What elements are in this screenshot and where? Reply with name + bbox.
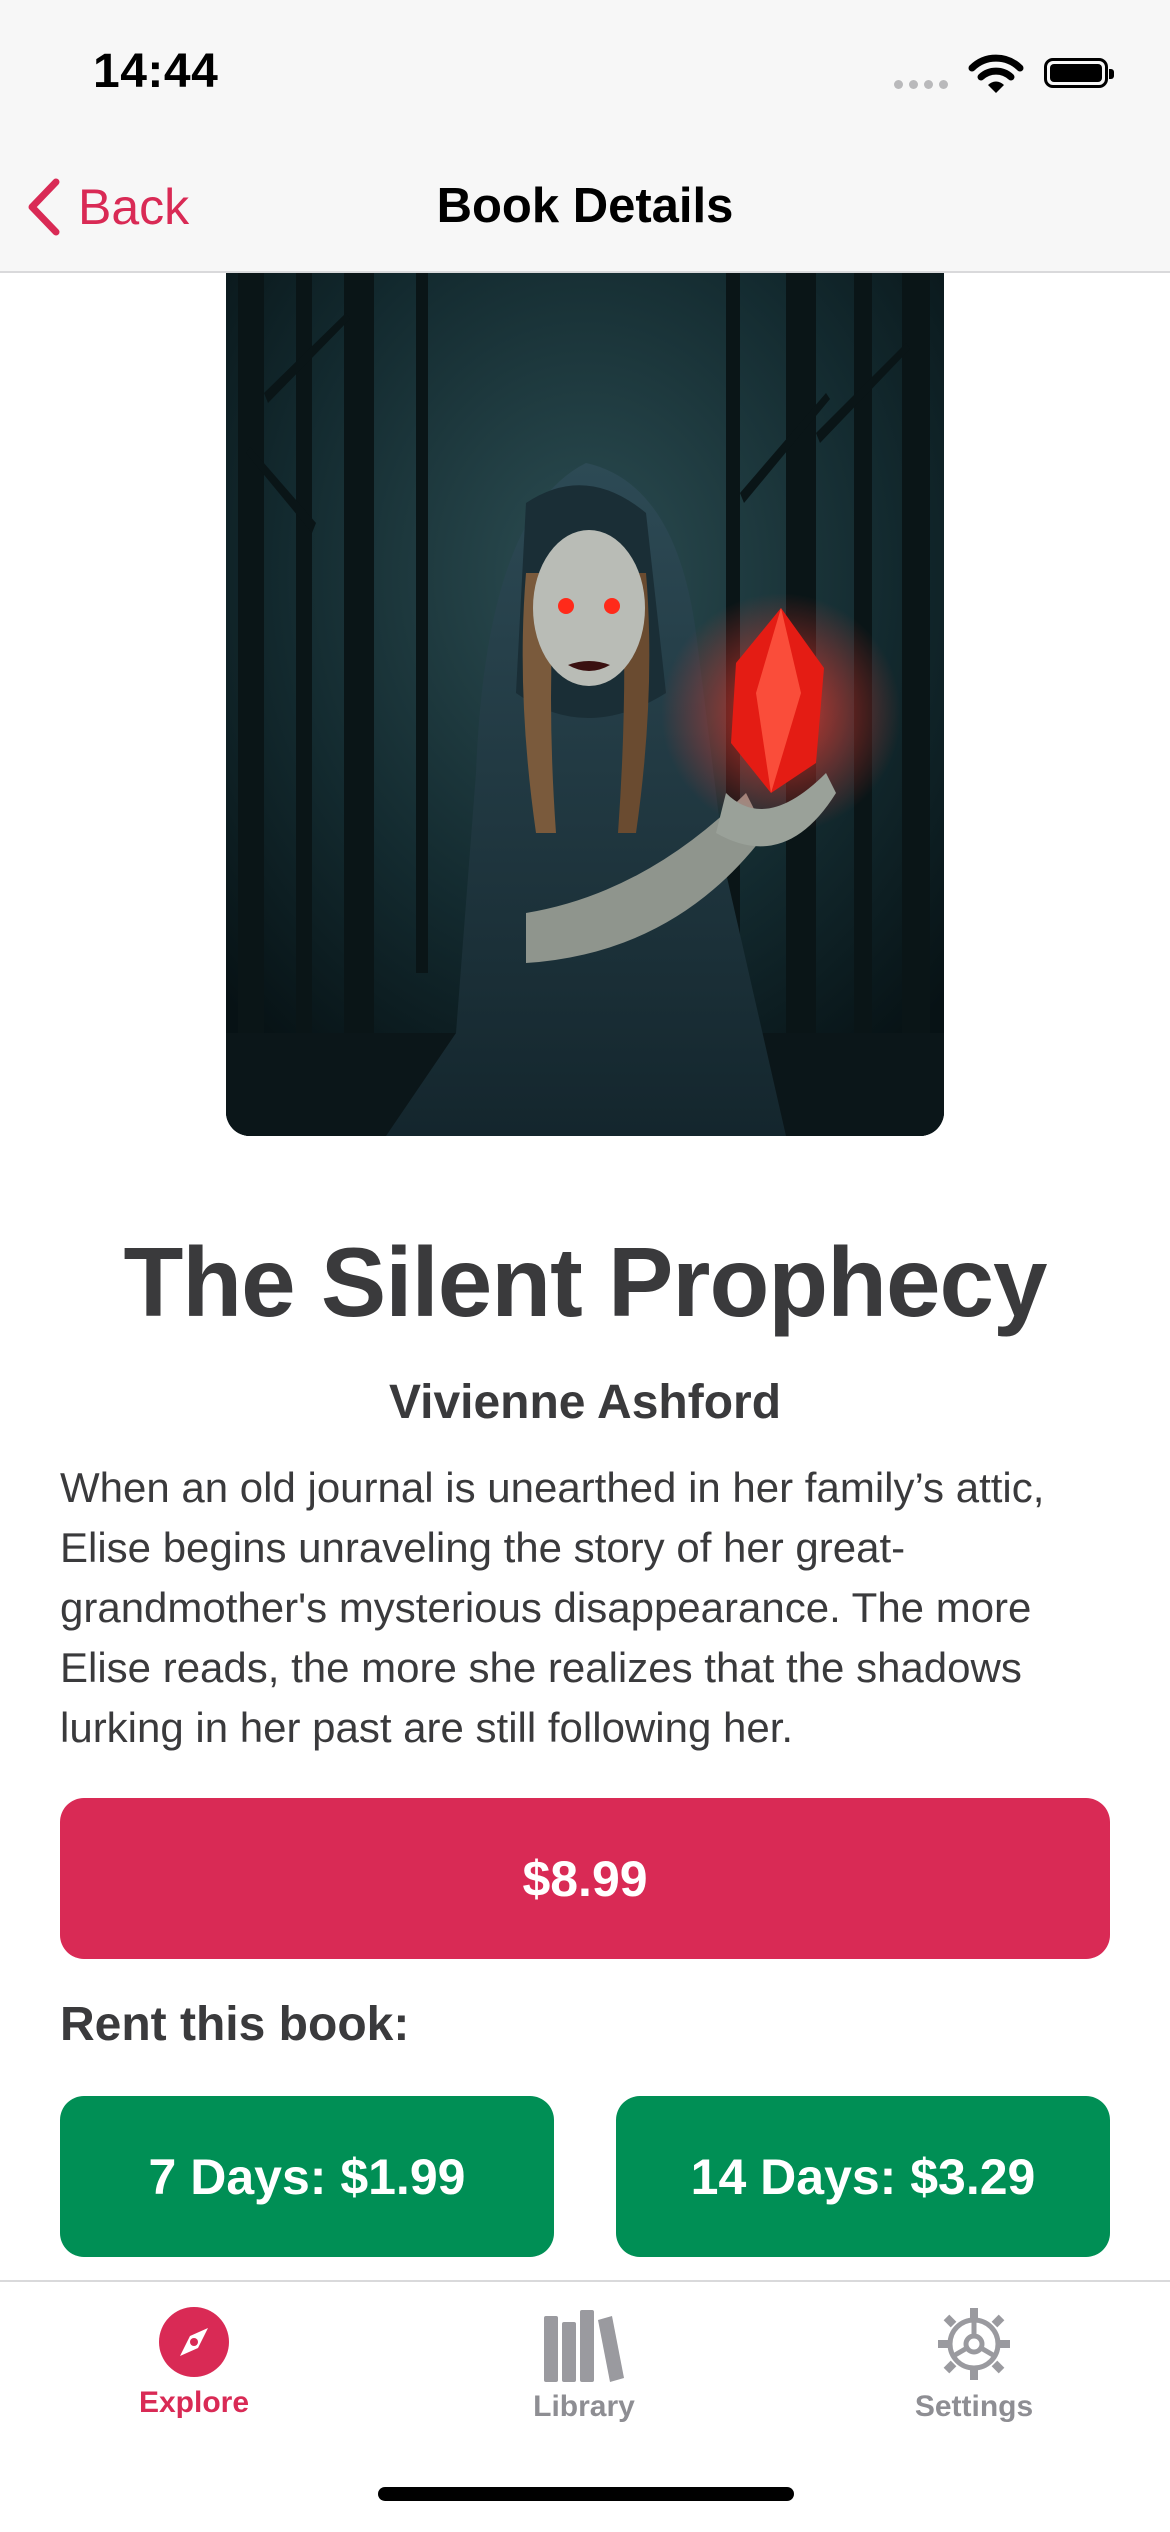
rent-7-days-button[interactable]: 7 Days: $1.99 <box>60 2096 554 2257</box>
home-indicator <box>378 2487 794 2501</box>
rent-heading: Rent this book: <box>60 1998 410 2051</box>
tab-explore[interactable]: Explore <box>44 2296 344 2446</box>
book-author: Vivienne Ashford <box>388 1376 782 1429</box>
tab-settings[interactable]: Settings <box>824 2296 1124 2446</box>
rent-14-days-button[interactable]: 14 Days: $3.29 <box>616 2096 1110 2257</box>
status-time: 14:44 <box>93 45 219 98</box>
wifi-icon <box>968 54 1024 93</box>
tab-explore-label: Explore <box>138 2386 250 2419</box>
page-title: Book Details <box>436 179 734 233</box>
cellular-signal-icon <box>894 80 948 90</box>
tab-library-label: Library <box>533 2390 635 2423</box>
gear-icon <box>938 2308 1010 2380</box>
navigation-bar: 14:44 Back Book Details <box>0 0 1170 273</box>
compass-icon <box>159 2307 229 2377</box>
book-description: When an old journal is unearthed in her … <box>60 1464 1045 1751</box>
tab-library[interactable]: Library <box>434 2296 734 2446</box>
battery-icon <box>1044 58 1114 88</box>
buy-button[interactable]: $8.99 <box>60 1798 1110 1959</box>
book-cover-image <box>226 273 944 1136</box>
book-title: The Silent Prophecy <box>123 1227 1047 1337</box>
tab-settings-label: Settings <box>914 2390 1034 2423</box>
status-icons <box>894 50 1114 96</box>
books-icon <box>544 2310 624 2382</box>
